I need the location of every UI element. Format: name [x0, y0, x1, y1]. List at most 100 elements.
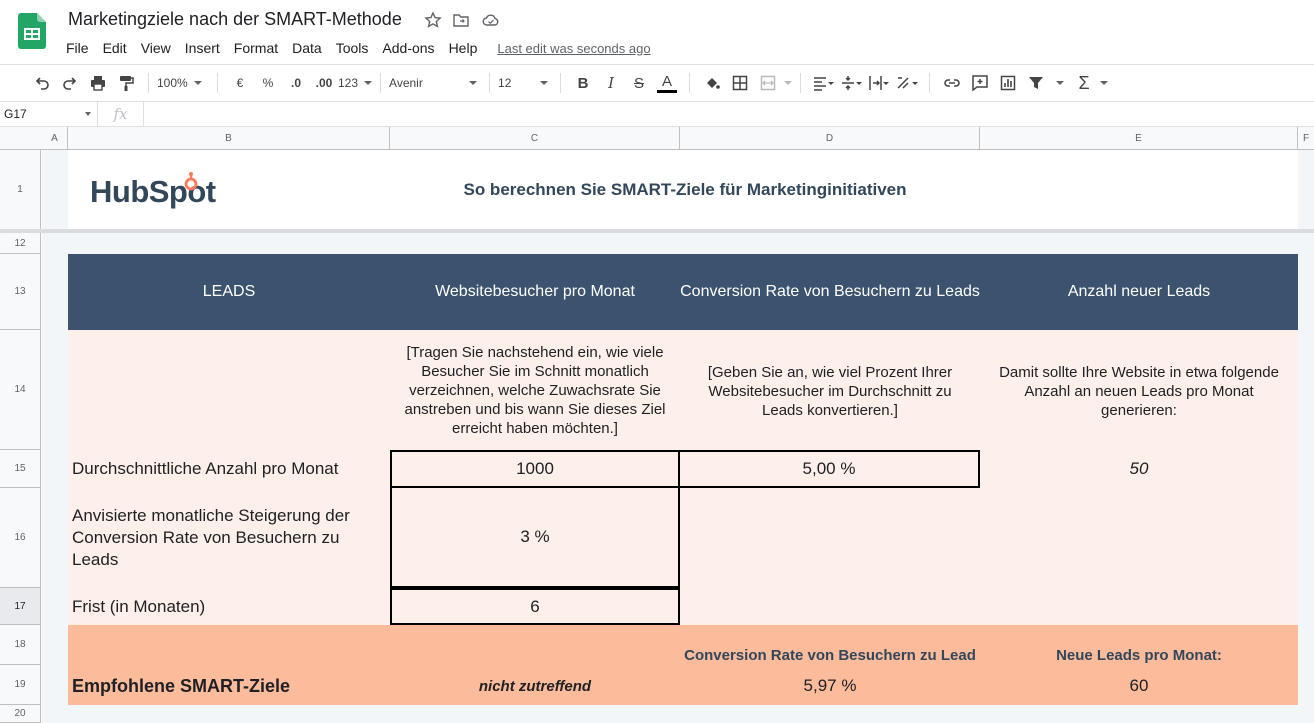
label-average-per-month[interactable]: Durchschnittliche Anzahl pro Monat	[72, 450, 388, 488]
row-header-16[interactable]: 16	[0, 488, 41, 588]
instruction-new-leads[interactable]: Damit sollte Ihre Website in etwa folgen…	[985, 356, 1293, 426]
toolbar-divider	[800, 73, 802, 93]
document-title[interactable]: Marketingziele nach der SMART-Methode	[68, 9, 402, 30]
menu-insert[interactable]: Insert	[179, 40, 228, 56]
chevron-down-icon	[85, 112, 91, 116]
toolbar-divider	[689, 73, 691, 93]
column-header-d[interactable]: D	[680, 127, 980, 150]
column-header-c[interactable]: C	[390, 127, 680, 150]
cell-a1[interactable]	[42, 150, 68, 229]
calculated-leads[interactable]: 50	[980, 450, 1298, 488]
input-conversion-rate[interactable]: 5,00 %	[680, 450, 980, 488]
insert-chart-icon[interactable]	[996, 69, 1020, 97]
print-icon[interactable]	[86, 69, 110, 97]
row-header-1[interactable]: 1	[0, 150, 41, 230]
text-color-letter: A	[662, 72, 673, 90]
name-box[interactable]: G17	[0, 101, 98, 127]
text-rotation-icon[interactable]	[895, 69, 919, 97]
functions-icon[interactable]: Σ	[1072, 69, 1096, 97]
merge-cells-icon[interactable]	[756, 69, 780, 97]
font-size-select[interactable]: 12	[498, 76, 552, 90]
bold-button[interactable]: B	[571, 69, 595, 97]
menu-file[interactable]: File	[60, 40, 97, 56]
paint-format-icon[interactable]	[114, 69, 138, 97]
instruction-visitors[interactable]: [Tragen Sie nachstehend ein, wie viele B…	[392, 336, 678, 444]
result-header-new-leads[interactable]: Neue Leads pro Monat:	[980, 643, 1298, 667]
menu-format[interactable]: Format	[228, 40, 286, 56]
result-conversion-rate[interactable]: 5,97 %	[680, 674, 980, 698]
currency-format-button[interactable]: €	[228, 69, 252, 97]
row-header-18[interactable]: 18	[0, 625, 41, 665]
input-visitors[interactable]: 1000	[390, 450, 680, 488]
borders-icon[interactable]	[728, 69, 752, 97]
row-header-12[interactable]: 12	[0, 233, 41, 254]
column-header-e[interactable]: E	[980, 127, 1298, 150]
percent-format-button[interactable]: %	[256, 69, 280, 97]
cell-f1[interactable]	[1298, 150, 1314, 229]
horizontal-align-icon[interactable]	[811, 69, 835, 97]
row-header-17[interactable]: 17	[0, 588, 41, 625]
sheets-logo-icon[interactable]	[18, 13, 46, 49]
header-conversion-rate[interactable]: Conversion Rate von Besuchern zu Leads	[680, 254, 980, 330]
menu-data[interactable]: Data	[286, 40, 330, 56]
result-new-leads[interactable]: 60	[980, 674, 1298, 698]
column-header-f[interactable]: F	[1298, 127, 1314, 150]
font-select[interactable]: Avenir	[389, 76, 481, 90]
menu-view[interactable]: View	[135, 40, 179, 56]
zoom-select[interactable]: 100%	[157, 76, 209, 90]
menu-tools[interactable]: Tools	[330, 40, 377, 56]
font-size-value: 12	[498, 76, 512, 90]
input-monthly-growth[interactable]: 3 %	[390, 486, 680, 588]
row-header-15[interactable]: 15	[0, 450, 41, 488]
italic-button[interactable]: I	[599, 69, 623, 97]
toolbar: 100% € % .0 .00 123 Avenir 12 B I S A Σ	[0, 64, 1314, 102]
undo-icon[interactable]	[30, 69, 54, 97]
row-header-13[interactable]: 13	[0, 254, 41, 330]
move-to-folder-icon[interactable]	[452, 11, 470, 29]
instruction-conversion[interactable]: [Geben Sie an, wie viel Prozent Ihrer We…	[690, 356, 970, 426]
result-label[interactable]: Empfohlene SMART-Ziele	[72, 672, 388, 700]
row-header-20[interactable]: 20	[0, 705, 41, 723]
header-visitors[interactable]: Websitebesucher pro Monat	[390, 254, 680, 330]
chevron-down-icon[interactable]	[1056, 81, 1065, 85]
toolbar-divider	[148, 73, 149, 93]
column-header-b[interactable]: B	[68, 127, 390, 150]
input-deadline[interactable]: 6	[390, 588, 680, 625]
menu-add-ons[interactable]: Add-ons	[376, 40, 442, 56]
menu-help[interactable]: Help	[443, 40, 486, 56]
cloud-status-icon[interactable]	[482, 11, 500, 29]
column-header-a[interactable]: A	[42, 127, 68, 150]
menu-edit[interactable]: Edit	[97, 40, 135, 56]
last-edit-link[interactable]: Last edit was seconds ago	[497, 41, 650, 56]
decrease-decimal-button[interactable]: .0	[284, 69, 308, 97]
label-deadline[interactable]: Frist (in Monaten)	[72, 588, 388, 625]
row-header-19[interactable]: 19	[0, 665, 41, 705]
row-header-14[interactable]: 14	[0, 330, 41, 450]
filter-icon[interactable]	[1024, 69, 1048, 97]
strikethrough-button[interactable]: S	[627, 69, 651, 97]
header-new-leads[interactable]: Anzahl neuer Leads	[980, 254, 1298, 330]
increase-decimal-button[interactable]: .00	[312, 69, 336, 97]
fill-color-icon[interactable]	[700, 69, 724, 97]
header-leads[interactable]: LEADS	[68, 254, 390, 330]
chevron-down-icon	[469, 81, 478, 85]
label-monthly-growth[interactable]: Anvisierte monatliche Steigerung der Con…	[72, 505, 388, 571]
formula-input[interactable]	[144, 102, 1314, 127]
zoom-value: 100%	[157, 76, 188, 90]
sheet-title[interactable]: So berechnen Sie SMART-Ziele für Marketi…	[390, 170, 980, 210]
more-formats-select[interactable]: 123	[338, 76, 373, 90]
toolbar-divider	[217, 73, 218, 93]
chevron-down-icon[interactable]	[784, 81, 793, 85]
chevron-down-icon	[364, 81, 373, 85]
text-color-button[interactable]: A	[655, 69, 679, 97]
redo-icon[interactable]	[58, 69, 82, 97]
star-icon[interactable]	[424, 11, 442, 29]
result-visitors[interactable]: nicht zutreffend	[390, 674, 680, 698]
formula-bar: G17 fx	[0, 101, 1314, 127]
insert-link-icon[interactable]	[940, 69, 964, 97]
insert-comment-icon[interactable]	[968, 69, 992, 97]
text-wrapping-icon[interactable]	[867, 69, 891, 97]
chevron-down-icon[interactable]	[1100, 81, 1109, 85]
vertical-align-icon[interactable]	[839, 69, 863, 97]
result-header-conversion[interactable]: Conversion Rate von Besuchern zu Lead	[660, 643, 1000, 667]
